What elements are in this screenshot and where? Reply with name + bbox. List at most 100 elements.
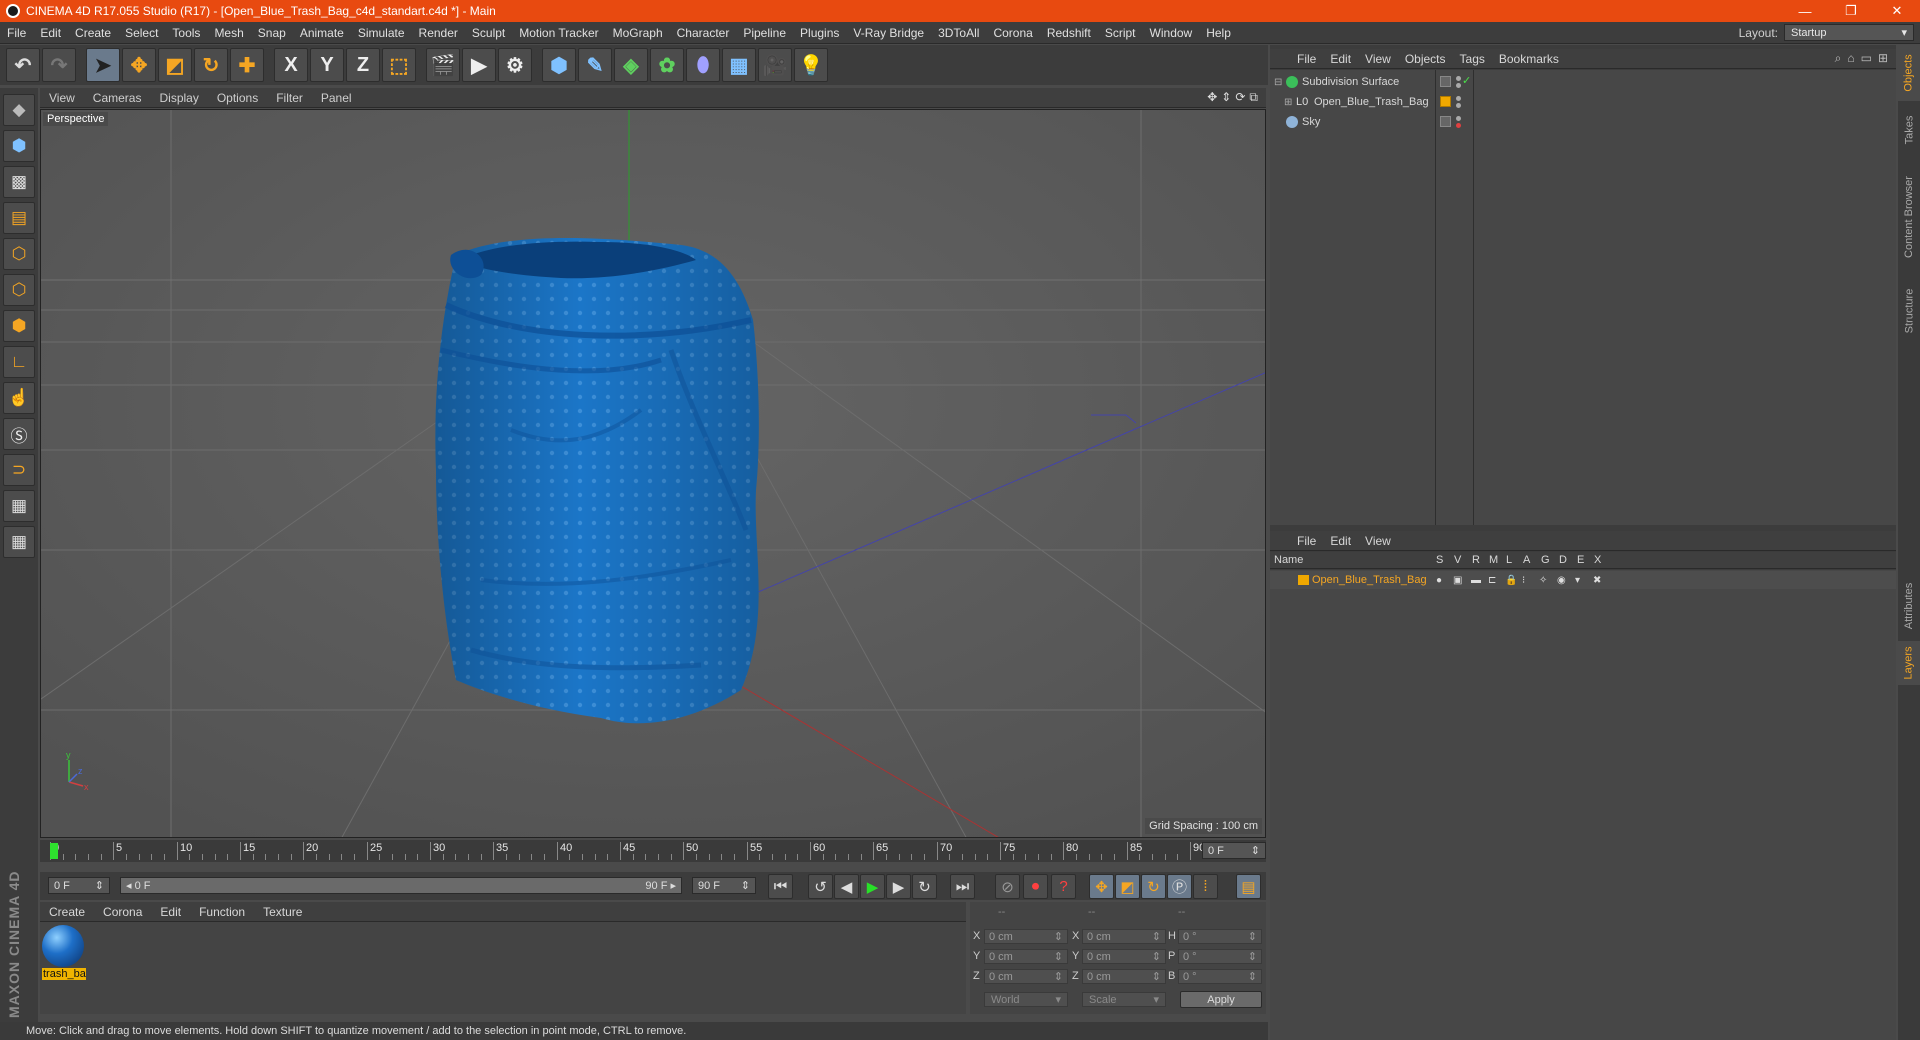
obj-menu-objects[interactable]: Objects: [1398, 52, 1453, 66]
maximize-icon[interactable]: ⧉: [1249, 90, 1258, 105]
obj-menu-edit[interactable]: Edit: [1323, 52, 1358, 66]
x-axis-icon[interactable]: X: [274, 48, 308, 82]
autokey-button[interactable]: ?: [1051, 874, 1076, 899]
next-key-button[interactable]: ↻: [912, 874, 937, 899]
menu-3dtoall[interactable]: 3DToAll: [931, 26, 986, 40]
collapse-icon[interactable]: ⊟: [1274, 77, 1282, 88]
pen-spline-icon[interactable]: ✎: [578, 48, 612, 82]
timeline-ruler[interactable]: 051015202530354045505560657075808590 0 F…: [40, 840, 1266, 862]
menu-snap[interactable]: Snap: [251, 26, 293, 40]
render-visibility-dot[interactable]: [1456, 123, 1461, 128]
material-swatch[interactable]: trash_ba: [42, 925, 86, 980]
coord-space-dropdown[interactable]: World ▾: [984, 992, 1068, 1007]
dolly-icon[interactable]: ⇕: [1221, 90, 1231, 105]
render-visibility-dot[interactable]: [1456, 103, 1461, 108]
workplane-mode-icon[interactable]: ▤: [3, 202, 35, 234]
record-off-icon[interactable]: ⊘: [995, 874, 1020, 899]
menu-mograph[interactable]: MoGraph: [606, 26, 670, 40]
mat-menu-texture[interactable]: Texture: [254, 905, 311, 919]
layer-menu-edit[interactable]: Edit: [1323, 534, 1358, 548]
mat-menu-corona[interactable]: Corona: [94, 905, 151, 919]
play-button[interactable]: ▶: [860, 874, 885, 899]
restore-button[interactable]: ❐: [1828, 0, 1874, 22]
obj-menu-tags[interactable]: Tags: [1453, 52, 1492, 66]
viewport-menu-panel[interactable]: Panel: [312, 91, 361, 105]
menu-character[interactable]: Character: [670, 26, 737, 40]
lock-icon[interactable]: 🔒: [1505, 575, 1517, 586]
workplane-lock-icon[interactable]: ▦: [3, 490, 35, 522]
record-button[interactable]: ⏺: [1023, 874, 1048, 899]
menu-help[interactable]: Help: [1199, 26, 1238, 40]
cloner-icon[interactable]: ✿: [650, 48, 684, 82]
solo-dot-icon[interactable]: ●: [1436, 575, 1442, 586]
polygons-mode-icon[interactable]: ⬢: [3, 310, 35, 342]
tab-structure[interactable]: Structure: [1898, 281, 1920, 341]
generators-icon[interactable]: ✧: [1539, 575, 1547, 586]
viewport-menu-filter[interactable]: Filter: [267, 91, 312, 105]
preview-range-slider[interactable]: ◂ 0 F 90 F ▸: [120, 877, 682, 894]
editor-visibility-dot[interactable]: [1456, 96, 1461, 101]
rot-b-field[interactable]: 0 ° ⇕: [1178, 969, 1262, 984]
move-icon[interactable]: ✥: [122, 48, 156, 82]
current-frame-field[interactable]: 0 F ⇕: [1202, 842, 1266, 859]
enabled-check-icon[interactable]: ✓: [1462, 74, 1471, 87]
viewport-menu-cameras[interactable]: Cameras: [84, 91, 151, 105]
object-row-trash-bag[interactable]: ⊞ L0 Open_Blue_Trash_Bag: [1270, 92, 1896, 112]
expressions-icon[interactable]: ▾: [1575, 575, 1580, 586]
mat-menu-create[interactable]: Create: [40, 905, 94, 919]
menu-sculpt[interactable]: Sculpt: [465, 26, 512, 40]
solo-icon[interactable]: Ⓢ: [3, 418, 35, 450]
goto-start-button[interactable]: ⏮: [768, 874, 793, 899]
pos-y-field[interactable]: 0 cm ⇕: [984, 949, 1068, 964]
menu-window[interactable]: Window: [1143, 26, 1200, 40]
layer-menu-file[interactable]: File: [1290, 534, 1323, 548]
mat-menu-edit[interactable]: Edit: [151, 905, 190, 919]
z-axis-icon[interactable]: Z: [346, 48, 380, 82]
visible-icon[interactable]: ▣: [1453, 575, 1462, 586]
texture-mode-icon[interactable]: ▩: [3, 166, 35, 198]
light-icon[interactable]: 💡: [794, 48, 828, 82]
editor-visibility-dot[interactable]: [1456, 76, 1461, 81]
apply-button[interactable]: Apply: [1180, 991, 1262, 1008]
size-y-field[interactable]: 0 cm ⇕: [1082, 949, 1166, 964]
timeline-window-button[interactable]: ▤: [1236, 874, 1261, 899]
camera-icon[interactable]: 🎥: [758, 48, 792, 82]
object-row-subdivision[interactable]: ⊟ Subdivision Surface ✓: [1270, 72, 1896, 92]
render-visibility-dot[interactable]: [1456, 83, 1461, 88]
undo-icon[interactable]: ↶: [6, 48, 40, 82]
key-scale-button[interactable]: ◩: [1115, 874, 1140, 899]
menu-motion-tracker[interactable]: Motion Tracker: [512, 26, 605, 40]
xrefs-icon[interactable]: ✖: [1593, 575, 1601, 586]
tab-content-browser[interactable]: Content Browser: [1898, 157, 1920, 277]
menu-plugins[interactable]: Plugins: [793, 26, 846, 40]
key-position-button[interactable]: ✥: [1089, 874, 1114, 899]
render-view-icon[interactable]: 🎬: [426, 48, 460, 82]
viewport-menu-display[interactable]: Display: [150, 91, 207, 105]
pan-icon[interactable]: ✥: [1207, 90, 1217, 105]
playhead[interactable]: [50, 843, 58, 859]
redo-icon[interactable]: ↷: [42, 48, 76, 82]
menu-select[interactable]: Select: [118, 26, 165, 40]
menu-simulate[interactable]: Simulate: [351, 26, 412, 40]
animation-icon[interactable]: ⁝: [1522, 575, 1525, 586]
deformer-icon[interactable]: ⬮: [686, 48, 720, 82]
object-row-sky[interactable]: Sky: [1270, 112, 1896, 132]
menu-script[interactable]: Script: [1098, 26, 1143, 40]
close-button[interactable]: ✕: [1874, 0, 1920, 22]
orbit-icon[interactable]: ⟳: [1235, 90, 1245, 105]
key-param-button[interactable]: Ⓟ: [1167, 874, 1192, 899]
viewport-menu-options[interactable]: Options: [208, 91, 267, 105]
y-axis-icon[interactable]: Y: [310, 48, 344, 82]
max-frame-input[interactable]: 90 F ⇕: [692, 877, 756, 894]
edit-render-settings-icon[interactable]: ⚙: [498, 48, 532, 82]
layer-row[interactable]: Open_Blue_Trash_Bag ● ▣ ▬ ⊏ 🔒 ⁝ ✧ ◉ ▾ ✖: [1270, 571, 1896, 589]
menu-edit[interactable]: Edit: [33, 26, 68, 40]
new-window-icon[interactable]: ▭: [1861, 51, 1872, 66]
menu-pipeline[interactable]: Pipeline: [736, 26, 793, 40]
rotate-icon[interactable]: ↻: [194, 48, 228, 82]
prev-frame-button[interactable]: ◀: [834, 874, 859, 899]
edges-mode-icon[interactable]: ⬡: [3, 274, 35, 306]
points-mode-icon[interactable]: ⬡: [3, 238, 35, 270]
snap-icon[interactable]: ⊃: [3, 454, 35, 486]
coordinate-system-icon[interactable]: ⬚: [382, 48, 416, 82]
